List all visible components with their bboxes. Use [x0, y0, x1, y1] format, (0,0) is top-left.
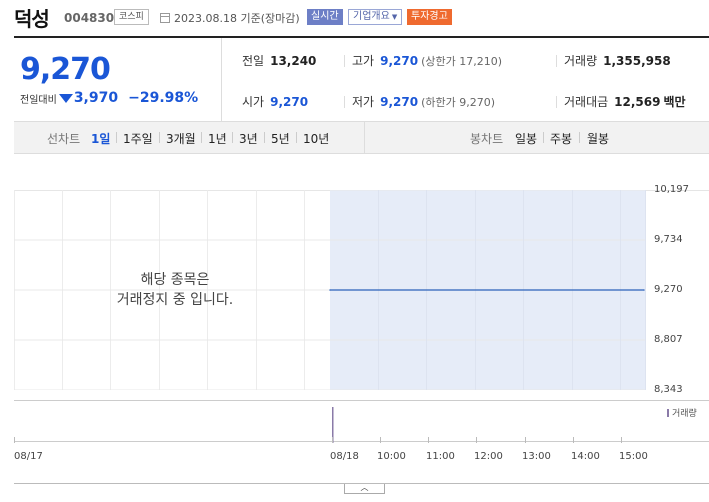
low-value: 9,270	[380, 95, 419, 109]
prev-close-value: 13,240	[270, 54, 317, 68]
volume-legend: 거래량	[667, 406, 697, 419]
legend-marker	[667, 409, 669, 417]
trading-halt-message: 해당 종목은 거래정지 중 입니다.	[90, 270, 260, 310]
chevron-up-icon: ︿	[360, 483, 369, 492]
calendar-icon	[160, 13, 170, 23]
open-value: 9,270	[270, 95, 309, 109]
trade-amount: 거래대금 12,569 백만	[564, 93, 686, 110]
amount-unit: 백만	[663, 95, 686, 109]
tab-separator	[159, 132, 160, 143]
realtime-button[interactable]: 실시간	[307, 9, 343, 25]
y-tick-label: 8,807	[654, 333, 683, 345]
expand-chart-button[interactable]: ︿	[344, 484, 385, 494]
tab-separator	[201, 132, 202, 143]
tab-separator	[232, 132, 233, 143]
y-tick-label: 8,343	[654, 384, 683, 395]
stock-code: 004830	[64, 11, 115, 25]
stock-name: 덕성	[14, 7, 50, 31]
x-tick-label: 10:00	[377, 451, 406, 462]
amount-value: 12,569	[614, 95, 661, 109]
volume-value: 1,355,958	[603, 54, 671, 68]
price-point	[329, 289, 331, 291]
high-value: 9,270	[380, 54, 419, 68]
stock-header: 덕성 004830 코스피 2023.08.18 기준(장마감) 실시간 기업개…	[0, 0, 709, 36]
price-change: 전일대비 3,970 −29.98%	[20, 90, 198, 106]
high-price: 고가 9,270 (상한가 17,210)	[352, 52, 502, 69]
date-info: 2023.08.18 기준(장마감)	[160, 10, 300, 26]
open-price: 시가 9,270	[242, 93, 308, 110]
upper-limit: (상한가 17,210)	[421, 55, 502, 68]
volume: 거래량 1,355,958	[564, 52, 671, 69]
tab-1-day[interactable]: 1일	[91, 130, 110, 147]
current-price-box: 9,270 전일대비 3,970 −29.98%	[14, 38, 222, 122]
tab-1-year[interactable]: 1년	[208, 130, 227, 147]
x-tick-label: 14:00	[571, 451, 600, 462]
price-point	[643, 289, 645, 291]
tab-separator	[579, 132, 580, 143]
chevron-down-icon: ▼	[391, 13, 398, 21]
tab-daily-candle[interactable]: 일봉	[515, 130, 537, 147]
company-info-label: 기업개요	[353, 11, 390, 22]
prev-close: 전일 13,240	[242, 52, 316, 69]
lower-limit: (하한가 9,270)	[421, 96, 495, 109]
high-label: 고가	[352, 54, 375, 68]
tab-separator	[116, 132, 117, 143]
warning-badge[interactable]: 투자경고	[407, 9, 452, 25]
down-arrow-icon	[58, 93, 73, 103]
volume-chart	[14, 400, 709, 443]
volume-legend-label: 거래량	[672, 409, 697, 419]
tab-separator	[264, 132, 265, 143]
halt-line-2: 거래정지 중 입니다.	[116, 292, 234, 308]
change-label: 전일대비	[20, 94, 57, 106]
market-badge: 코스피	[114, 9, 149, 25]
low-label: 저가	[352, 95, 375, 109]
x-tick-label: 15:00	[619, 451, 648, 462]
change-amount: 3,970	[73, 90, 119, 106]
date-text: 2023.08.18 기준(장마감)	[174, 12, 300, 25]
tab-weekly-candle[interactable]: 주봉	[550, 130, 572, 147]
tab-1-week[interactable]: 1주일	[123, 130, 153, 147]
change-percent: −29.98%	[128, 90, 199, 106]
tab-separator	[543, 132, 544, 143]
tab-separator	[296, 132, 297, 143]
tab-5-year[interactable]: 5년	[271, 130, 290, 147]
y-tick-label: 10,197	[654, 184, 689, 195]
divider	[556, 55, 557, 67]
low-price: 저가 9,270 (하한가 9,270)	[352, 93, 495, 110]
y-tick-label: 9,734	[654, 233, 683, 245]
open-label: 시가	[242, 95, 265, 109]
divider	[344, 96, 345, 108]
x-tick-label: 11:00	[426, 451, 455, 462]
prev-close-label: 전일	[242, 54, 265, 68]
x-tick-label: 08/18	[330, 451, 359, 462]
tabs-divider	[364, 122, 365, 154]
amount-label: 거래대금	[564, 95, 609, 109]
y-tick-label: 9,270	[654, 284, 683, 295]
x-tick-label: 08/17	[14, 451, 43, 462]
quote-panel: 9,270 전일대비 3,970 −29.98% 전일 13,240 고가 9,27…	[14, 36, 709, 122]
x-tick-label: 12:00	[474, 451, 503, 462]
tab-3-month[interactable]: 3개월	[166, 130, 196, 147]
halt-line-1: 해당 종목은	[140, 272, 210, 288]
chart-tabs: 선차트 1일 1주일 3개월 1년 3년 5년 10년 봉차트 일봉 주봉 월봉	[14, 122, 709, 154]
tab-3-year[interactable]: 3년	[239, 130, 258, 147]
volume-svg	[14, 407, 622, 443]
company-info-dropdown[interactable]: 기업개요 ▼	[348, 9, 403, 25]
divider	[344, 55, 345, 67]
divider	[556, 96, 557, 108]
x-tick-label: 13:00	[522, 451, 551, 462]
candle-chart-label: 봉차트	[470, 132, 504, 146]
current-price: 9,270	[20, 52, 111, 87]
line-chart-label: 선차트	[47, 132, 81, 146]
tab-monthly-candle[interactable]: 월봉	[587, 130, 609, 147]
tab-10-year[interactable]: 10년	[303, 130, 329, 147]
volume-label: 거래량	[564, 54, 598, 68]
